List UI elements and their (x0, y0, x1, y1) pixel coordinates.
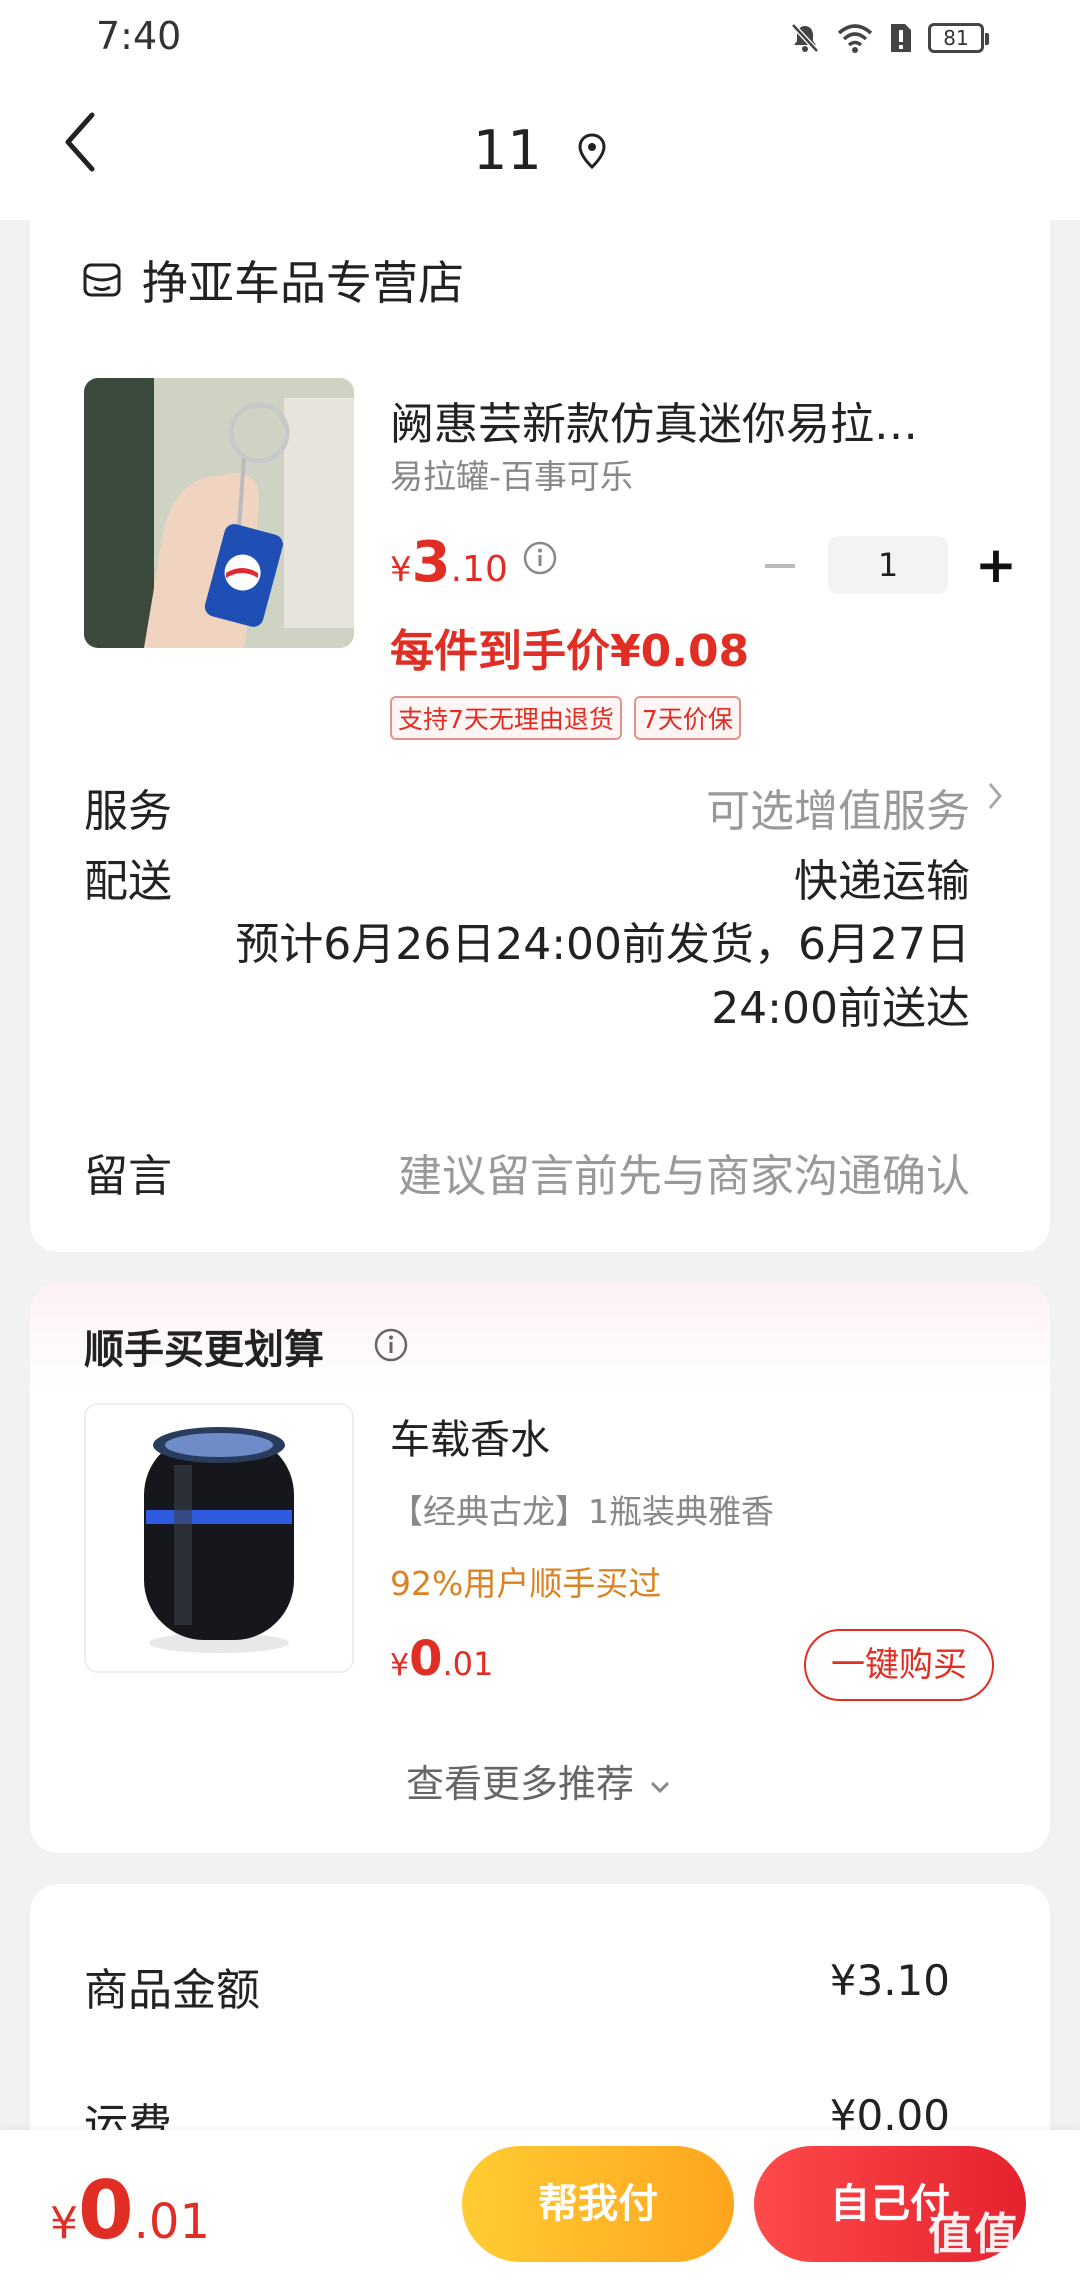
location-pin-icon (577, 119, 607, 182)
quantity-increase-button[interactable]: + (966, 536, 1026, 594)
recommend-item-image[interactable] (84, 1403, 354, 1673)
order-card: 挣亚车品专营店 阙惠芸新款仿真迷你易拉… 易拉罐-百事可乐 ¥ 3 .10 − … (30, 220, 1050, 1252)
total-currency: ¥ (50, 2198, 78, 2249)
wifi-icon (837, 24, 873, 53)
recommend-card: 顺手买更划算 车载香水 【经典古龙】1瓶装典雅香 92%用户顺手买过 ¥ 0 .… (30, 1283, 1050, 1853)
service-label: 服务 (84, 786, 172, 837)
product-title: 阙惠芸新款仿真迷你易拉… (390, 399, 918, 450)
recommend-title: 顺手买更划算 (84, 1327, 324, 1373)
quantity-decrease-button[interactable]: − (750, 537, 810, 593)
goods-amount-value: ¥3.10 (829, 1956, 950, 2005)
reco-price-integer: 0 (409, 1631, 443, 1687)
product-price: ¥ 3 .10 (390, 530, 508, 595)
address-title[interactable]: 11 (0, 115, 1080, 182)
chevron-down-icon (650, 1781, 670, 1793)
price-integer: 3 (411, 530, 451, 595)
chevron-right-icon[interactable] (986, 778, 1006, 818)
price-currency: ¥ (390, 550, 412, 590)
reco-price-currency: ¥ (390, 1648, 410, 1683)
help-me-pay-button[interactable]: 帮我付 (462, 2146, 734, 2262)
store-row[interactable]: 挣亚车品专营店 (82, 240, 464, 320)
delivery-label: 配送 (84, 856, 172, 907)
address-name: 11 (473, 118, 542, 182)
tag-return: 支持7天无理由退货 (390, 696, 622, 740)
battery-icon: 81 (928, 23, 989, 53)
product-variant[interactable]: 易拉罐-百事可乐 (390, 450, 633, 498)
status-icons: 81 (788, 18, 989, 58)
delivery-method: 快递运输 (794, 856, 970, 907)
tag-price-protect: 7天价保 (633, 696, 741, 740)
see-more-recommend[interactable]: 查看更多推荐 (30, 1753, 1050, 1808)
delivery-estimate: 预计6月26日24:00前发货，6月27日24:00前送达 (235, 919, 970, 1034)
total-price: ¥ 0 .01 (50, 2164, 210, 2257)
quantity-stepper: − 1 + (750, 530, 1026, 600)
watermark-logo-text: 值值值 (928, 2209, 1066, 2260)
price-info-icon[interactable] (522, 540, 558, 580)
message-input[interactable]: 建议留言前先与商家沟通确认 (398, 1140, 970, 1204)
store-icon (83, 263, 121, 297)
quantity-value[interactable]: 1 (828, 536, 948, 594)
message-label: 留言 (84, 1151, 172, 1202)
mute-bell-icon (791, 23, 819, 53)
sim-alert-icon (891, 24, 911, 52)
recommend-info-icon[interactable] (373, 1327, 409, 1367)
store-name: 挣亚车品专营店 (142, 256, 464, 310)
watermark-site: zhizhizhi.com (936, 2262, 1058, 2280)
see-more-label: 查看更多推荐 (405, 1762, 634, 1806)
price-decimal: .10 (450, 549, 508, 590)
recommend-item-price: ¥ 0 .01 (390, 1631, 493, 1687)
service-value[interactable]: 可选增值服务 (706, 775, 970, 839)
status-time: 7:40 (96, 14, 182, 58)
product-tags: 支持7天无理由退货 7天价保 (390, 696, 741, 740)
reco-price-decimal: .01 (442, 1645, 494, 1683)
goods-amount-label: 商品金额 (84, 1965, 260, 2016)
one-click-buy-button[interactable]: 一键购买 (804, 1629, 994, 1701)
product-image[interactable] (84, 378, 354, 648)
checkout-bar: ¥ 0 .01 帮我付 自己付 (0, 2130, 1080, 2280)
recommend-bought-rate: 92%用户顺手买过 (390, 1564, 662, 1603)
recommend-item-name: 车载香水 (390, 1417, 550, 1463)
total-integer: 0 (78, 2164, 134, 2257)
final-unit-price: 每件到手价¥0.08 (390, 626, 750, 677)
total-decimal: .01 (133, 2194, 211, 2250)
nav-bar: 11 (0, 75, 1080, 220)
watermark-logo: 值值值 zhizhizhi.com (928, 2198, 1066, 2280)
recommend-item-desc: 【经典古龙】1瓶装典雅香 (390, 1492, 774, 1531)
status-bar: 7:40 81 (0, 0, 1080, 75)
